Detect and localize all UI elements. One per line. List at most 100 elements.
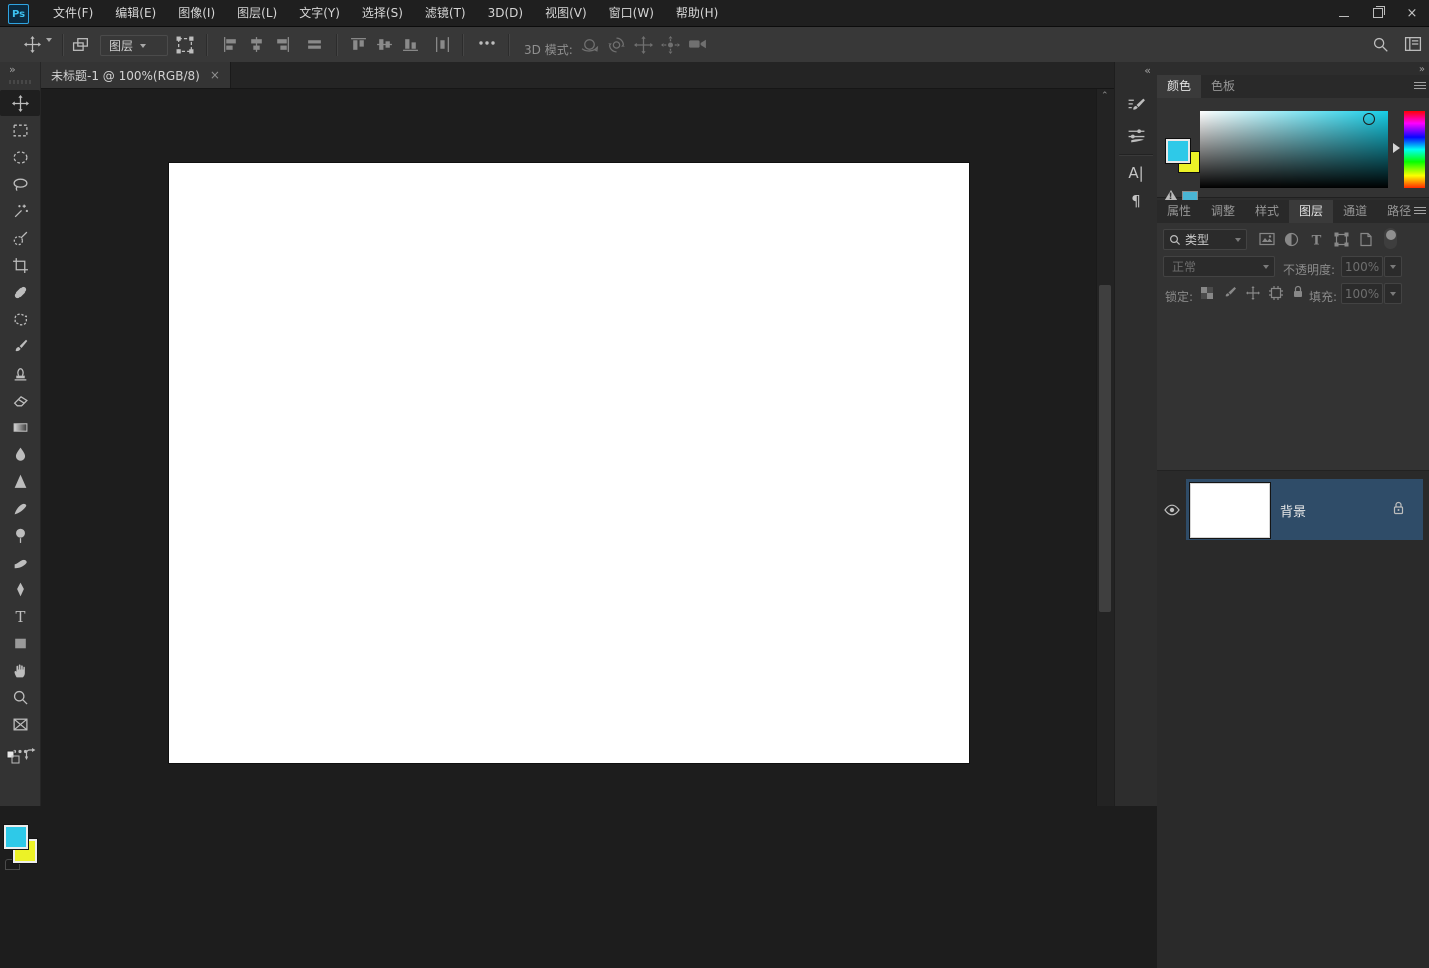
- layer-filter-type-dropdown[interactable]: 类型: [1163, 229, 1247, 250]
- menu-help[interactable]: 帮助(H): [665, 0, 729, 26]
- crop-tool[interactable]: [2, 252, 38, 278]
- auto-select-icon[interactable]: [72, 36, 90, 53]
- dock-collapse-icon[interactable]: «: [1144, 64, 1151, 77]
- 3d-camera-icon[interactable]: [688, 36, 708, 52]
- pen-tool[interactable]: [2, 576, 38, 602]
- saturation-brightness-field[interactable]: [1200, 111, 1388, 188]
- character-panel-icon[interactable]: A|: [1120, 160, 1152, 186]
- sharpen-tool[interactable]: [2, 468, 38, 494]
- restore-button[interactable]: [1361, 0, 1395, 26]
- rectangular-marquee-tool[interactable]: [2, 117, 38, 143]
- move-tool[interactable]: [0, 90, 40, 116]
- 3d-pan-icon[interactable]: [634, 36, 653, 54]
- smudge-tool[interactable]: [2, 495, 38, 521]
- align-left-edges-icon[interactable]: [222, 36, 239, 53]
- close-button[interactable]: ×: [1395, 0, 1429, 26]
- frame-tool[interactable]: [2, 711, 38, 737]
- align-vertical-centers-icon[interactable]: [376, 36, 393, 53]
- menu-edit[interactable]: 编辑(E): [104, 0, 167, 26]
- tab-swatches[interactable]: 色板: [1201, 75, 1245, 98]
- more-align-options-icon[interactable]: [478, 40, 496, 46]
- scrollbar-thumb[interactable]: [1099, 285, 1111, 612]
- hue-slider[interactable]: [1404, 111, 1425, 188]
- brush-settings-panel-icon[interactable]: [1120, 122, 1152, 148]
- search-icon[interactable]: [1372, 36, 1389, 53]
- fill-field[interactable]: 100%: [1341, 283, 1383, 304]
- menu-file[interactable]: 文件(F): [42, 0, 104, 26]
- color-panel-menu-icon[interactable]: [1414, 82, 1426, 91]
- patch-tool[interactable]: [2, 306, 38, 332]
- spot-healing-brush-tool[interactable]: [2, 279, 38, 305]
- canvas-vertical-scrollbar[interactable]: ⌃: [1096, 89, 1114, 806]
- align-justify-icon[interactable]: [306, 36, 323, 53]
- filter-shape-layers-icon[interactable]: [1334, 232, 1349, 247]
- hand-tool[interactable]: [2, 657, 38, 683]
- swap-colors-icon[interactable]: [24, 748, 37, 761]
- elliptical-marquee-tool[interactable]: [2, 144, 38, 170]
- tab-color[interactable]: 颜色: [1157, 75, 1202, 98]
- menu-image[interactable]: 图像(I): [167, 0, 226, 26]
- align-bottom-edges-icon[interactable]: [402, 36, 419, 53]
- rectangle-tool[interactable]: [2, 630, 38, 656]
- eraser-tool[interactable]: [2, 387, 38, 413]
- align-horizontal-centers-icon[interactable]: [248, 36, 265, 53]
- 3d-orbit-icon[interactable]: [580, 36, 599, 54]
- burn-tool[interactable]: [2, 549, 38, 575]
- document-tab[interactable]: 未标题-1 @ 100%(RGB/8) ×: [41, 62, 231, 88]
- dodge-tool[interactable]: [2, 522, 38, 548]
- menu-3d[interactable]: 3D(D): [477, 0, 534, 26]
- layers-panel-menu-icon[interactable]: [1414, 207, 1426, 216]
- layer-filter-toggle[interactable]: [1384, 228, 1397, 249]
- move-tool-preset-icon[interactable]: [24, 36, 41, 53]
- toolbar-grip[interactable]: [9, 80, 31, 84]
- brush-tool[interactable]: [2, 333, 38, 359]
- 3d-slide-icon[interactable]: [661, 36, 680, 54]
- scrollbar-up-icon[interactable]: ⌃: [1101, 91, 1109, 101]
- menu-window[interactable]: 窗口(W): [598, 0, 665, 26]
- default-colors-icon[interactable]: [6, 750, 20, 764]
- lock-image-pixels-icon[interactable]: [1223, 286, 1237, 300]
- panel-dock-expand-icon[interactable]: »: [1419, 64, 1425, 75]
- gradient-tool[interactable]: [2, 414, 38, 440]
- lock-all-icon[interactable]: [1291, 285, 1305, 299]
- align-right-edges-icon[interactable]: [274, 36, 291, 53]
- opacity-dropdown-button[interactable]: [1384, 256, 1402, 277]
- brush-presets-panel-icon[interactable]: [1120, 92, 1152, 118]
- workspace-switcher-icon[interactable]: [1404, 36, 1422, 52]
- toolbar-collapse-icon[interactable]: »: [9, 63, 16, 76]
- opacity-field[interactable]: 100%: [1341, 256, 1383, 277]
- menu-view[interactable]: 视图(V): [534, 0, 598, 26]
- tab-channels[interactable]: 通道: [1333, 200, 1377, 223]
- layer-thumbnail[interactable]: [1189, 482, 1271, 539]
- show-transform-controls-icon[interactable]: [176, 36, 194, 54]
- lock-artboard-icon[interactable]: [1269, 286, 1283, 300]
- filter-adjustment-layers-icon[interactable]: [1284, 232, 1299, 247]
- clone-stamp-tool[interactable]: [2, 360, 38, 386]
- tab-styles[interactable]: 样式: [1245, 200, 1289, 223]
- tab-layers[interactable]: 图层: [1289, 200, 1334, 223]
- menu-type[interactable]: 文字(Y): [288, 0, 351, 26]
- magic-wand-tool[interactable]: [2, 198, 38, 224]
- auto-select-target-dropdown[interactable]: 图层: [100, 35, 168, 56]
- lasso-tool[interactable]: [2, 171, 38, 197]
- blur-tool[interactable]: [2, 441, 38, 467]
- color-picker-marker[interactable]: [1363, 113, 1375, 125]
- filter-pixel-layers-icon[interactable]: [1259, 232, 1275, 246]
- layer-row-background[interactable]: 背景: [1186, 479, 1423, 540]
- layer-visibility-cell[interactable]: [1157, 479, 1187, 540]
- align-top-edges-icon[interactable]: [350, 36, 367, 53]
- quick-selection-tool[interactable]: [2, 225, 38, 251]
- fill-dropdown-button[interactable]: [1384, 283, 1402, 304]
- foreground-color-well[interactable]: [1165, 138, 1191, 164]
- canvas-pasteboard[interactable]: [41, 89, 1116, 806]
- paragraph-panel-icon[interactable]: ¶: [1120, 188, 1152, 214]
- distribute-horizontal-icon[interactable]: [434, 36, 451, 53]
- document-canvas[interactable]: [169, 163, 969, 763]
- zoom-tool[interactable]: [2, 684, 38, 710]
- document-tab-close-icon[interactable]: ×: [210, 68, 220, 82]
- menu-filter[interactable]: 滤镜(T): [414, 0, 477, 26]
- tab-properties[interactable]: 属性: [1157, 200, 1201, 223]
- filter-smart-objects-icon[interactable]: [1359, 232, 1373, 247]
- foreground-color-swatch[interactable]: [3, 824, 29, 850]
- blend-mode-dropdown[interactable]: 正常: [1163, 256, 1275, 277]
